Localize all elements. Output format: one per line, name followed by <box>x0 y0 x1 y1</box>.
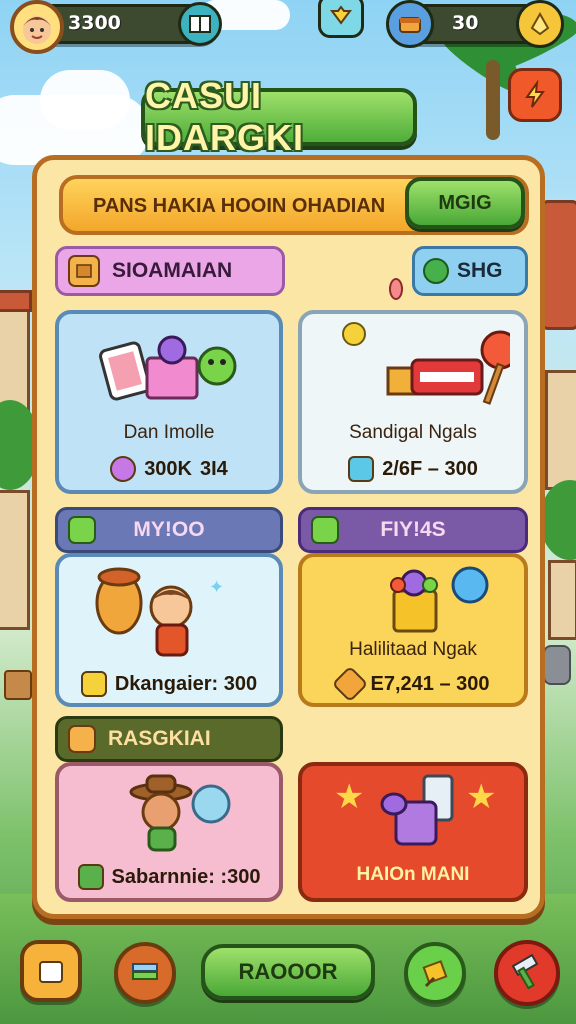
gem-icon <box>110 456 137 482</box>
card-4-price: E7,241 – 300 <box>302 665 524 703</box>
gem-icon <box>348 456 375 482</box>
section-2-right-title: FIY!4S <box>380 518 446 541</box>
card-1-price-a: 300K <box>144 457 192 480</box>
shop-card-4[interactable]: Halilitaad Ngak E7,241 – 300 <box>298 553 528 707</box>
card-6-label: HAIOn MANI <box>356 864 470 885</box>
card-5-price: Sabarnnie: :300 <box>59 864 279 890</box>
section-1-title: SIOAMAIAN <box>112 259 233 282</box>
box-icon <box>68 725 96 753</box>
house-left-2 <box>0 490 30 630</box>
gem-count: 30 <box>452 12 479 34</box>
crate <box>4 670 32 700</box>
house-right <box>545 370 576 490</box>
chest-icon[interactable] <box>386 0 434 48</box>
book-icon[interactable] <box>178 2 222 46</box>
svg-text:★: ★ <box>334 777 364 817</box>
page-title: CASUI IDARGKI <box>145 75 304 158</box>
radio-bundle-icon <box>342 322 510 405</box>
shop-card-6[interactable]: ★ ★ HAIOn MANI <box>298 762 528 902</box>
shop-card-1[interactable]: Dan Imolle 300K 3I4 <box>55 310 283 494</box>
character-drum-icon: ✦ <box>95 567 224 657</box>
quest-icon[interactable] <box>318 0 364 38</box>
section-tab-2-right[interactable]: FIY!4S <box>298 507 528 553</box>
bush <box>540 480 576 560</box>
roof-right <box>540 200 576 330</box>
card-2-price: 2/6F – 300 <box>302 456 524 482</box>
section-1-badge[interactable]: SHG <box>412 246 528 296</box>
gem-icon <box>331 665 368 703</box>
cloud <box>40 70 130 130</box>
inventory-button[interactable] <box>20 940 82 1002</box>
svg-text:★: ★ <box>466 777 496 817</box>
svg-text:✦: ✦ <box>209 577 224 598</box>
star-jar-icon: ★ ★ <box>334 774 496 846</box>
shop-card-2[interactable]: Sandigal Ngals 2/6F – 300 <box>298 310 528 494</box>
section-tab-3[interactable]: RASGKIAI <box>55 716 283 762</box>
shop-card-3[interactable]: ✦ Dkangaier: 300 <box>55 553 283 707</box>
main-action-label: RAOOOR <box>238 959 338 984</box>
section-2-left-title: MY!OO <box>133 518 205 541</box>
main-action-button[interactable]: RAOOOR <box>201 944 375 1000</box>
title-banner: CASUI IDARGKI <box>141 75 417 158</box>
card-4-label: Halilitaad Ngak <box>349 639 477 660</box>
card-3-price-text: Dkangaier: 300 <box>114 672 258 695</box>
subheader-button[interactable]: MGIG <box>405 177 525 229</box>
house-left <box>0 305 30 415</box>
card-3-price: Dkangaier: 300 <box>59 671 279 697</box>
gift-bundle-icon <box>99 335 237 401</box>
coin-icon <box>80 671 107 697</box>
house-roof-left <box>0 290 32 312</box>
section-tab-2-left[interactable]: MY!OO <box>55 507 283 553</box>
hammer-button[interactable] <box>494 940 560 1006</box>
subheader-text: PANS HAKIA HOOIN OHADIAN <box>93 195 386 217</box>
pin-icon <box>389 278 403 300</box>
section-1-badge-text: SHG <box>457 259 503 282</box>
leaf-icon <box>68 516 96 544</box>
add-gems-button[interactable] <box>516 0 564 48</box>
box-icon <box>68 255 100 287</box>
rock <box>543 645 571 685</box>
coin-count: 3300 <box>68 12 121 34</box>
build-button[interactable] <box>404 942 466 1004</box>
card-4-price-text: E7,241 – 300 <box>370 672 490 695</box>
card-1-price: 300K 3I4 <box>59 456 279 482</box>
section-tab-1[interactable]: SIOAMAIAN <box>55 246 285 296</box>
card-1-label: Dan Imolle <box>123 422 215 443</box>
adventurer-icon <box>129 774 231 852</box>
cash-icon <box>77 864 104 890</box>
stack-button[interactable] <box>114 942 176 1004</box>
avatar[interactable] <box>10 0 64 54</box>
subheader-button-label: MGIG <box>438 191 492 214</box>
house-right-2 <box>548 560 576 640</box>
card-1-price-b: 3I4 <box>200 457 228 480</box>
section-3-title: RASGKIAI <box>108 727 211 750</box>
shop-card-5[interactable]: Sabarnnie: :300 <box>55 762 283 902</box>
palm-tree <box>486 60 500 140</box>
balloon-bucket-icon <box>390 566 489 633</box>
shop-panel: PANS HAKIA HOOIN OHADIAN MGIG SIOAMAIAN … <box>32 155 545 919</box>
card-2-label: Sandigal Ngals <box>349 422 477 443</box>
card-2-price-text: 2/6F – 300 <box>382 457 478 480</box>
target-icon <box>423 258 449 284</box>
lightning-button[interactable] <box>508 68 562 122</box>
leaf-icon <box>311 516 339 544</box>
card-5-price-text: Sabarnnie: :300 <box>111 865 261 888</box>
